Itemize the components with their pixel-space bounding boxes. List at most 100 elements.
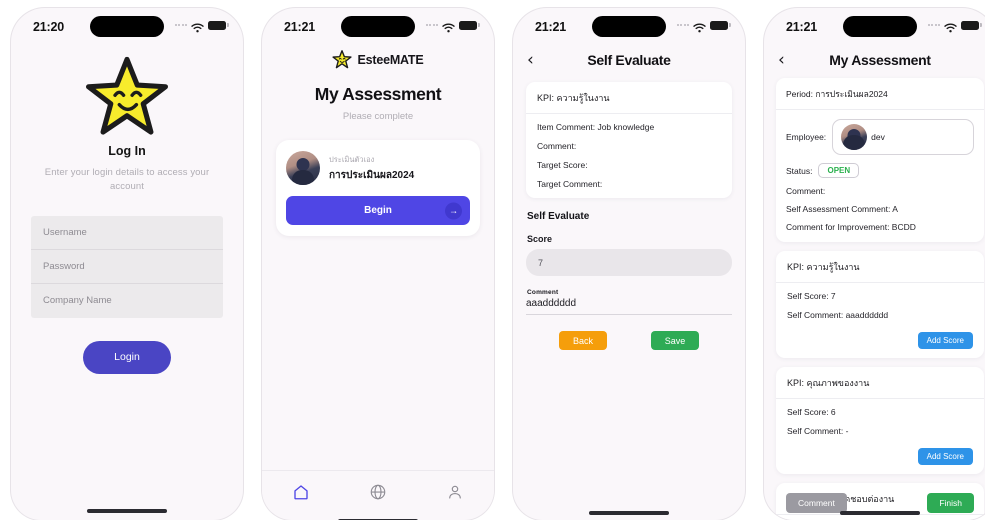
self-score: Self Score: 7 bbox=[787, 291, 836, 301]
score-label: Score bbox=[527, 234, 553, 244]
screenshot-canvas: 21:20 Log In Enter your login details to… bbox=[0, 0, 985, 520]
company-name-input[interactable]: Company Name bbox=[31, 284, 223, 318]
nav-bar: ‹ Self Evaluate bbox=[513, 42, 745, 78]
employee-select[interactable]: dev bbox=[832, 119, 974, 155]
signal-icon bbox=[174, 24, 187, 26]
back-action-button[interactable]: Back bbox=[559, 331, 607, 350]
status-badge: OPEN bbox=[818, 163, 860, 178]
status-bar: 21:21 bbox=[262, 8, 494, 40]
star-logo-icon bbox=[332, 50, 353, 69]
brand-header: EsteeMATE bbox=[262, 50, 494, 69]
wifi-icon bbox=[693, 20, 706, 33]
arrow-right-icon: → bbox=[445, 202, 462, 219]
status-bar: 21:20 bbox=[11, 8, 243, 40]
login-button[interactable]: Login bbox=[83, 340, 171, 374]
signal-icon bbox=[425, 24, 438, 26]
star-logo-icon bbox=[86, 56, 168, 135]
detail-scroll-area[interactable]: Period: การประเมินผล2024 Employee: dev S… bbox=[764, 78, 985, 520]
comment-label: Comment bbox=[527, 289, 559, 296]
begin-button[interactable]: Begin → bbox=[286, 196, 470, 225]
detail-footer-actions: Comment Finish bbox=[764, 493, 985, 513]
brand-name: EsteeMATE bbox=[357, 52, 424, 67]
summary-comment: Comment: bbox=[786, 186, 826, 196]
dynamic-island bbox=[592, 16, 666, 37]
status-icons bbox=[174, 20, 229, 33]
avatar bbox=[286, 151, 320, 185]
status-icons bbox=[927, 20, 982, 33]
wifi-icon bbox=[442, 20, 455, 33]
battery-icon bbox=[459, 20, 480, 30]
wifi-icon bbox=[191, 20, 204, 33]
tab-profile[interactable] bbox=[443, 480, 467, 504]
kpi-card: KPI: ความรู้ในงาน Self Score: 7 Self Com… bbox=[776, 251, 984, 358]
person-icon bbox=[449, 485, 462, 499]
dynamic-island bbox=[843, 16, 917, 37]
assessment-card[interactable]: ประเมินตัวเอง การประเมินผล2024 Begin → bbox=[276, 140, 480, 236]
kpi-comment: Comment: bbox=[537, 141, 577, 151]
score-input[interactable]: 7 bbox=[526, 249, 732, 276]
action-buttons: Back Save bbox=[513, 331, 745, 350]
globe-icon bbox=[370, 484, 386, 499]
finish-button[interactable]: Finish bbox=[927, 493, 974, 513]
kpi-title: KPI: ความรู้ในงาน bbox=[776, 251, 984, 283]
signal-icon bbox=[927, 24, 940, 26]
employee-label: Employee: bbox=[786, 132, 827, 142]
kpi-title: KPI: คุณภาพของงาน bbox=[776, 367, 984, 399]
battery-icon bbox=[961, 20, 982, 30]
back-button[interactable]: ‹ bbox=[527, 51, 545, 69]
kpi-target-comment: Target Comment: bbox=[537, 179, 603, 189]
status-bar: 21:21 bbox=[513, 8, 745, 40]
save-button[interactable]: Save bbox=[651, 331, 699, 350]
page-subtitle: Enter your login details to access your … bbox=[44, 167, 210, 192]
period-row: Period: การประเมินผล2024 bbox=[776, 78, 984, 110]
status-bar: 21:21 bbox=[764, 8, 985, 40]
phone-mockup-login: 21:20 Log In Enter your login details to… bbox=[11, 8, 243, 520]
dynamic-island bbox=[90, 16, 164, 37]
self-comment: Self Comment: aaadddddd bbox=[787, 310, 889, 320]
begin-button-label: Begin bbox=[364, 205, 392, 216]
section-title: Self Evaluate bbox=[527, 211, 590, 222]
comment-button[interactable]: Comment bbox=[786, 493, 847, 513]
assessment-name: การประเมินผล2024 bbox=[329, 169, 415, 181]
home-indicator bbox=[87, 509, 167, 513]
self-score: Self Score: 6 bbox=[787, 407, 836, 417]
add-score-button[interactable]: Add Score bbox=[917, 448, 973, 465]
period-label: Period: bbox=[786, 89, 813, 99]
self-evaluate-screen: ‹ Self Evaluate KPI: ความรู้ในงาน Item C… bbox=[513, 42, 745, 520]
status-icons bbox=[425, 20, 480, 33]
summary-card: Period: การประเมินผล2024 Employee: dev S… bbox=[776, 78, 984, 242]
avatar bbox=[841, 124, 868, 150]
dynamic-island bbox=[341, 16, 415, 37]
signal-icon bbox=[676, 24, 689, 26]
status-clock: 21:21 bbox=[284, 20, 315, 34]
status-clock: 21:20 bbox=[33, 20, 64, 34]
login-form: Username Password Company Name bbox=[31, 215, 223, 318]
kpi-info-card: KPI: ความรู้ในงาน Item Comment: Job know… bbox=[526, 82, 732, 198]
status-icons bbox=[676, 20, 731, 33]
status-clock: 21:21 bbox=[535, 20, 566, 34]
tab-home[interactable] bbox=[289, 480, 313, 504]
tab-explore[interactable] bbox=[366, 480, 390, 504]
add-score-button[interactable]: Add Score bbox=[917, 332, 973, 349]
status-clock: 21:21 bbox=[786, 20, 817, 34]
summary-self-assessment-comment: Self Assessment Comment: A bbox=[786, 204, 898, 214]
wifi-icon bbox=[944, 20, 957, 33]
comment-input[interactable]: aaadddddd bbox=[526, 298, 732, 315]
back-button[interactable]: ‹ bbox=[778, 51, 796, 69]
status-row: Status: OPEN bbox=[776, 155, 984, 178]
password-input[interactable]: Password bbox=[31, 250, 223, 284]
period-value: การประเมินผล2024 bbox=[815, 89, 888, 99]
assessment-kicker: ประเมินตัวเอง bbox=[329, 154, 375, 164]
kpi-title: KPI: ความรู้ในงาน bbox=[526, 82, 732, 114]
kpi-item-comment: Item Comment: Job knowledge bbox=[537, 122, 655, 132]
login-screen: Log In Enter your login details to acces… bbox=[11, 40, 243, 520]
page-title: Log In bbox=[108, 144, 146, 158]
summary-improvement-comment: Comment for Improvement: BCDD bbox=[786, 222, 916, 232]
page-title: My Assessment bbox=[829, 52, 931, 68]
username-input[interactable]: Username bbox=[31, 216, 223, 250]
employee-name: dev bbox=[871, 132, 885, 142]
phone-mockup-assessment-detail: 21:21 ‹ My Assessment Period: การประเมิน… bbox=[764, 8, 985, 520]
page-title: My Assessment bbox=[314, 84, 442, 104]
assessment-list-screen: EsteeMATE My Assessment Please complete … bbox=[262, 50, 494, 520]
battery-icon bbox=[208, 20, 229, 30]
